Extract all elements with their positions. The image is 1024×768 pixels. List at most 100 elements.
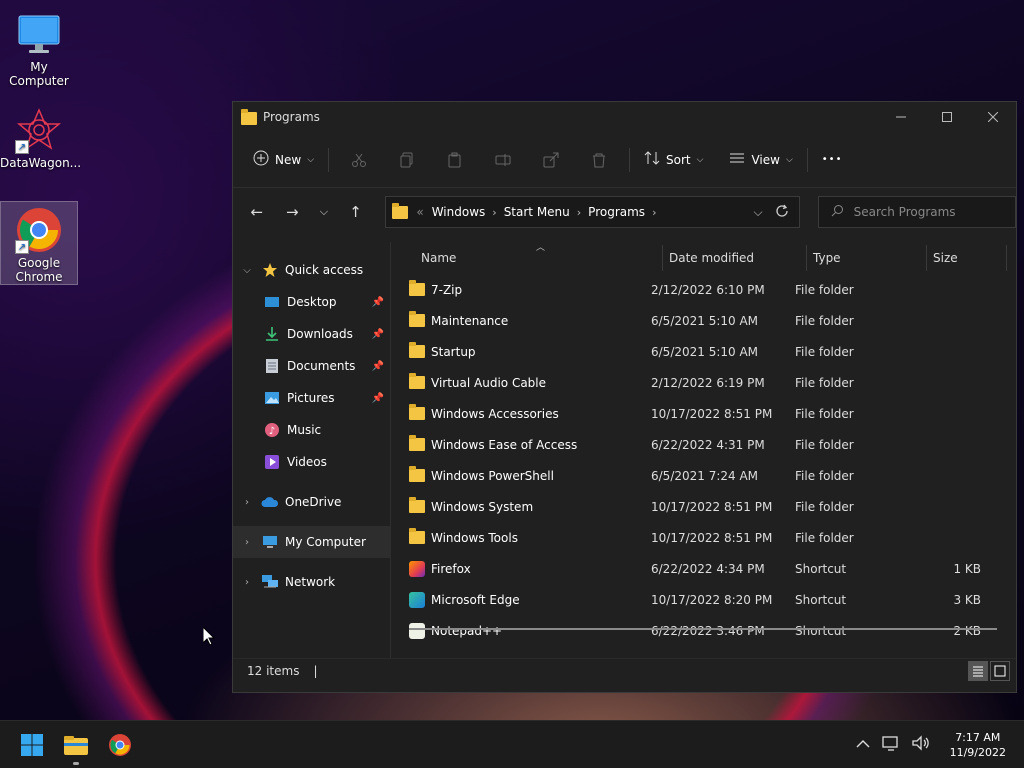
desktop-icon-datawagon[interactable]: ↗ DataWagon...	[0, 102, 81, 170]
rename-button[interactable]	[479, 144, 527, 176]
table-row[interactable]: Windows Accessories 10/17/2022 8:51 PM Fil…	[391, 398, 1016, 429]
table-row[interactable]: Microsoft Edge 10/17/2022 8:20 PM Shortcut…	[391, 584, 1016, 615]
share-button[interactable]	[527, 144, 575, 176]
taskbar-google-chrome[interactable]	[98, 725, 142, 765]
chevron-down-icon: ⌵	[307, 154, 315, 165]
nav-item-label: Desktop	[287, 295, 337, 309]
column-date-modified[interactable]: Date modified	[663, 245, 807, 271]
nav-item-downloads[interactable]: Downloads 📌	[233, 318, 390, 350]
network-icon	[261, 574, 279, 590]
copy-button[interactable]	[383, 144, 431, 176]
volume-button[interactable]	[911, 735, 930, 754]
nav-item-label: Network	[285, 575, 336, 589]
status-divider: |	[313, 663, 318, 678]
table-row[interactable]: Windows Tools 10/17/2022 8:51 PM File fold…	[391, 522, 1016, 553]
chevron-right-icon[interactable]: ›	[233, 497, 261, 508]
nav-item-videos[interactable]: Videos	[233, 446, 390, 478]
nav-item-pictures[interactable]: Pictures 📌	[233, 382, 390, 414]
table-row[interactable]: 7-Zip 2/12/2022 6:10 PM File folder	[391, 274, 1016, 305]
cell-date-modified: 10/17/2022 8:51 PM	[651, 499, 773, 514]
cell-name: Virtual Audio Cable	[391, 373, 651, 390]
chevron-down-icon[interactable]: ⌵	[233, 265, 261, 276]
breadcrumb-start-menu[interactable]: Start Menu	[504, 205, 570, 219]
datawagon-logo-icon: ↗	[15, 106, 63, 154]
clock[interactable]: 7:17 AM 11/9/2022	[950, 730, 1006, 760]
search-input[interactable]	[853, 205, 1004, 219]
nav-item-label: Quick access	[285, 263, 364, 277]
new-button[interactable]: New ⌵	[245, 144, 322, 176]
table-row[interactable]: Virtual Audio Cable 2/12/2022 6:19 PM File…	[391, 367, 1016, 398]
back-button[interactable]: ←	[241, 196, 273, 228]
details-view-button[interactable]	[968, 660, 988, 681]
desktop-icon-my-computer[interactable]: My Computer	[0, 6, 78, 88]
cell-size: 3 KB	[953, 592, 981, 607]
refresh-button[interactable]	[775, 204, 789, 221]
nav-item-desktop[interactable]: Desktop 📌	[233, 286, 390, 318]
table-row[interactable]: Maintenance 6/5/2021 5:10 AM File folder	[391, 305, 1016, 336]
folder-icon	[409, 311, 425, 327]
forward-button[interactable]: →	[277, 196, 309, 228]
clock-date: 11/9/2022	[949, 745, 1006, 759]
table-row[interactable]: Notepad++ 6/22/2022 3:46 PM Shortcut 2 KB	[391, 615, 1016, 646]
table-row[interactable]: Windows Ease of Access 6/22/2022 4:31 PM F…	[391, 429, 1016, 460]
cell-date-modified: 6/22/2022 4:31 PM	[651, 437, 765, 452]
cell-type: File folder	[795, 375, 854, 390]
nav-item-onedrive[interactable]: › OneDrive	[233, 486, 390, 518]
more-options-button[interactable]: •••	[814, 144, 851, 176]
copy-icon	[400, 152, 413, 167]
paste-button[interactable]	[431, 144, 479, 176]
up-button[interactable]: ↑	[340, 196, 372, 228]
column-name[interactable]: Name	[391, 245, 663, 271]
show-hidden-icons-button[interactable]	[856, 738, 870, 752]
file-name: Maintenance	[431, 313, 509, 328]
address-overflow[interactable]: «	[416, 205, 423, 219]
chevron-down-icon: ⌵	[785, 154, 793, 165]
start-button[interactable]	[10, 725, 54, 765]
network-status-button[interactable]	[881, 735, 900, 754]
nav-item-quick-access[interactable]: ⌵ Quick access	[233, 254, 390, 286]
taskbar-file-explorer[interactable]	[54, 725, 98, 765]
view-button[interactable]: View ⌵	[721, 144, 800, 176]
cell-type: File folder	[795, 344, 854, 359]
delete-button[interactable]	[575, 144, 623, 176]
cloud-icon	[261, 494, 279, 510]
breadcrumb-windows[interactable]: Windows	[432, 205, 486, 219]
table-row[interactable]: Firefox 6/22/2022 4:34 PM Shortcut 1 KB	[391, 553, 1016, 584]
table-row[interactable]: Startup 6/5/2021 5:10 AM File folder	[391, 336, 1016, 367]
recent-locations-button[interactable]: ⌵	[312, 196, 336, 228]
monitor-icon	[261, 534, 279, 550]
chevron-right-icon[interactable]: ›	[577, 206, 581, 219]
nav-item-network[interactable]: › Network	[233, 566, 390, 598]
minimize-button[interactable]	[878, 102, 924, 132]
search-icon	[831, 204, 844, 220]
nav-item-my-computer[interactable]: › My Computer	[233, 526, 390, 558]
file-name: Windows Accessories	[431, 406, 559, 421]
column-size[interactable]: Size	[927, 245, 1007, 271]
close-button[interactable]	[970, 102, 1016, 132]
horizontal-scrollbar[interactable]	[409, 628, 997, 630]
chevron-right-icon[interactable]: ›	[492, 206, 496, 219]
desktop-icon-google-chrome[interactable]: ↗ Google Chrome	[0, 201, 78, 285]
document-icon	[263, 358, 281, 374]
column-type[interactable]: Type	[807, 245, 927, 271]
table-row[interactable]: Windows System 10/17/2022 8:51 PM File fol…	[391, 491, 1016, 522]
item-count: 12 items	[247, 663, 300, 678]
chevron-right-icon[interactable]: ›	[233, 577, 261, 588]
system-tray: 7:17 AM 11/9/2022	[856, 730, 1024, 760]
breadcrumb-programs[interactable]: Programs	[588, 205, 645, 219]
title-bar[interactable]: Programs	[233, 102, 1016, 132]
chevron-right-icon[interactable]: ›	[233, 537, 261, 548]
maximize-button[interactable]	[924, 102, 970, 132]
search-box[interactable]	[817, 196, 1017, 228]
sort-button[interactable]: Sort ⌵	[636, 144, 711, 176]
nav-item-music[interactable]: ♪ Music	[233, 414, 390, 446]
table-row[interactable]: Windows PowerShell 6/5/2021 7:24 AM File f…	[391, 460, 1016, 491]
taskbar: 7:17 AM 11/9/2022	[0, 720, 1024, 768]
nav-item-documents[interactable]: Documents 📌	[233, 350, 390, 382]
address-history-button[interactable]: ⌵	[754, 205, 763, 220]
cut-button[interactable]	[335, 144, 383, 176]
sort-icon	[644, 150, 660, 169]
chevron-right-icon[interactable]: ›	[652, 206, 656, 219]
address-bar[interactable]: « Windows › Start Menu › Programs › ⌵	[385, 196, 800, 228]
large-icons-view-button[interactable]	[990, 660, 1010, 681]
